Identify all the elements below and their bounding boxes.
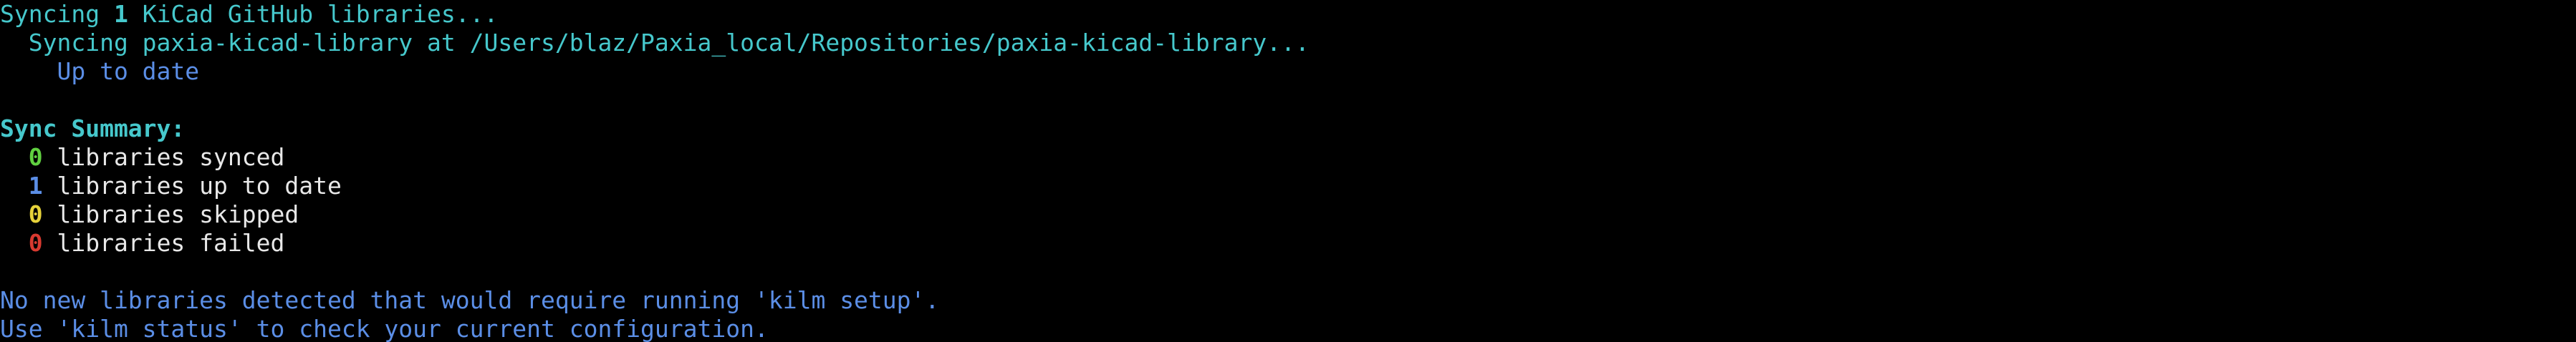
summary-row-failed: 0 libraries failed: [0, 229, 285, 258]
summary-count-synced: 0: [28, 143, 43, 171]
summary-count-skipped: 0: [28, 200, 43, 228]
summary-label-synced: libraries synced: [42, 143, 285, 171]
summary-row-up-to-date: 1 libraries up to date: [0, 172, 342, 200]
summary-label-up-to-date: libraries up to date: [42, 172, 342, 200]
summary-label-failed: libraries failed: [42, 229, 285, 257]
terminal-output: Syncing 1 KiCad GitHub libraries... Sync…: [0, 0, 2576, 342]
sync-header-count: 1: [113, 0, 128, 28]
sync-header-prefix: Syncing: [0, 0, 114, 28]
summary-row-synced: 0 libraries synced: [0, 143, 285, 172]
footer-status-hint: Use 'kilm status' to check your current …: [0, 315, 769, 342]
summary-row-skipped: 0 libraries skipped: [0, 200, 299, 229]
sync-header-suffix: KiCad GitHub libraries...: [128, 0, 499, 28]
sync-header-line: Syncing 1 KiCad GitHub libraries...: [0, 0, 498, 29]
summary-title: Sync Summary:: [0, 114, 186, 142]
summary-count-up-to-date: 1: [28, 172, 43, 200]
summary-count-failed: 0: [28, 229, 43, 257]
repo-status-line: Up to date: [0, 57, 200, 85]
summary-label-skipped: libraries skipped: [42, 200, 299, 228]
repo-sync-line: Syncing paxia-kicad-library at /Users/bl…: [0, 29, 1309, 57]
footer-no-new-libraries: No new libraries detected that would req…: [0, 286, 940, 314]
